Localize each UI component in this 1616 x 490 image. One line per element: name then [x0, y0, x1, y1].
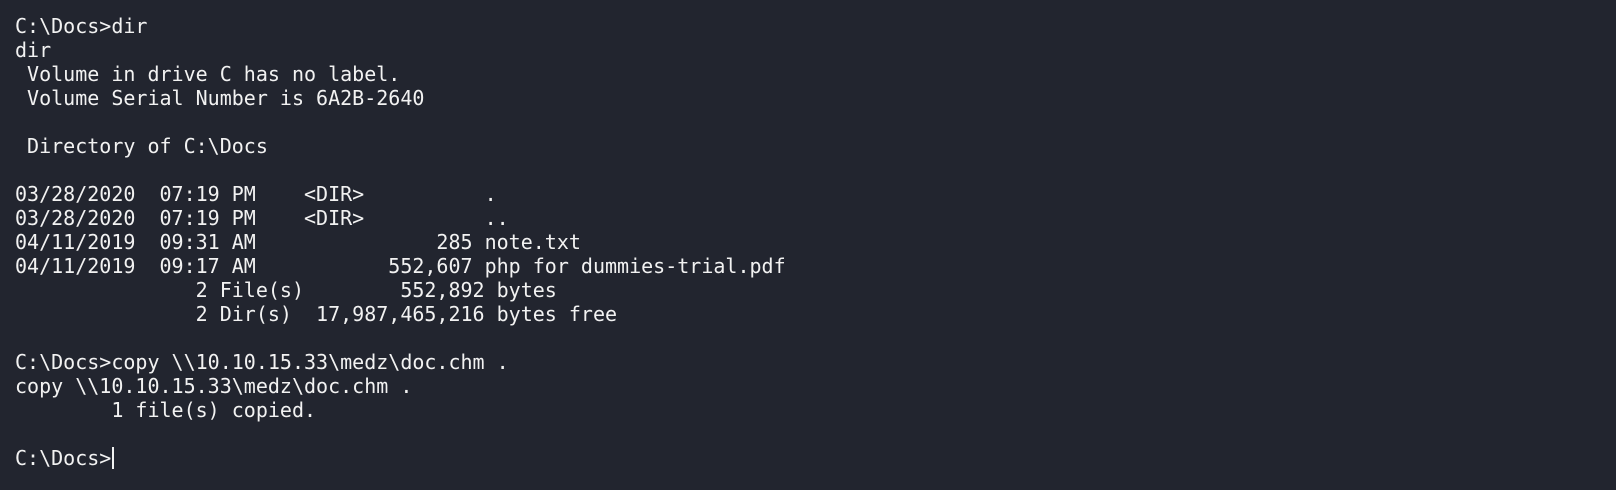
- output-line: 04/11/2019 09:31 AM 285 note.txt: [15, 230, 581, 254]
- output-line: Directory of C:\Docs: [15, 134, 268, 158]
- output-line: 1 file(s) copied.: [15, 398, 317, 422]
- terminal-output: C:\Docs>dir dir Volume in drive C has no…: [15, 14, 1616, 470]
- output-line: 03/28/2020 07:19 PM <DIR> ..: [15, 206, 509, 230]
- output-line: 04/11/2019 09:17 AM 552,607 php for dumm…: [15, 254, 786, 278]
- output-line: Volume in drive C has no label.: [15, 62, 401, 86]
- command-input-line[interactable]: C:\Docs>: [15, 446, 1616, 470]
- output-line: 2 File(s) 552,892 bytes: [15, 278, 557, 302]
- text-cursor: [112, 447, 115, 469]
- output-line: Volume Serial Number is 6A2B-2640: [15, 86, 425, 110]
- output-line: C:\Docs>copy \\10.10.15.33\medz\doc.chm …: [15, 350, 509, 374]
- output-line: 2 Dir(s) 17,987,465,216 bytes free: [15, 302, 618, 326]
- output-line: C:\Docs>dir: [15, 14, 148, 38]
- output-line: 03/28/2020 07:19 PM <DIR> .: [15, 182, 497, 206]
- output-line: dir: [15, 38, 52, 62]
- terminal-window[interactable]: C:\Docs>dir dir Volume in drive C has no…: [0, 0, 1616, 490]
- output-line: copy \\10.10.15.33\medz\doc.chm .: [15, 374, 413, 398]
- prompt-text: C:\Docs>: [15, 446, 112, 470]
